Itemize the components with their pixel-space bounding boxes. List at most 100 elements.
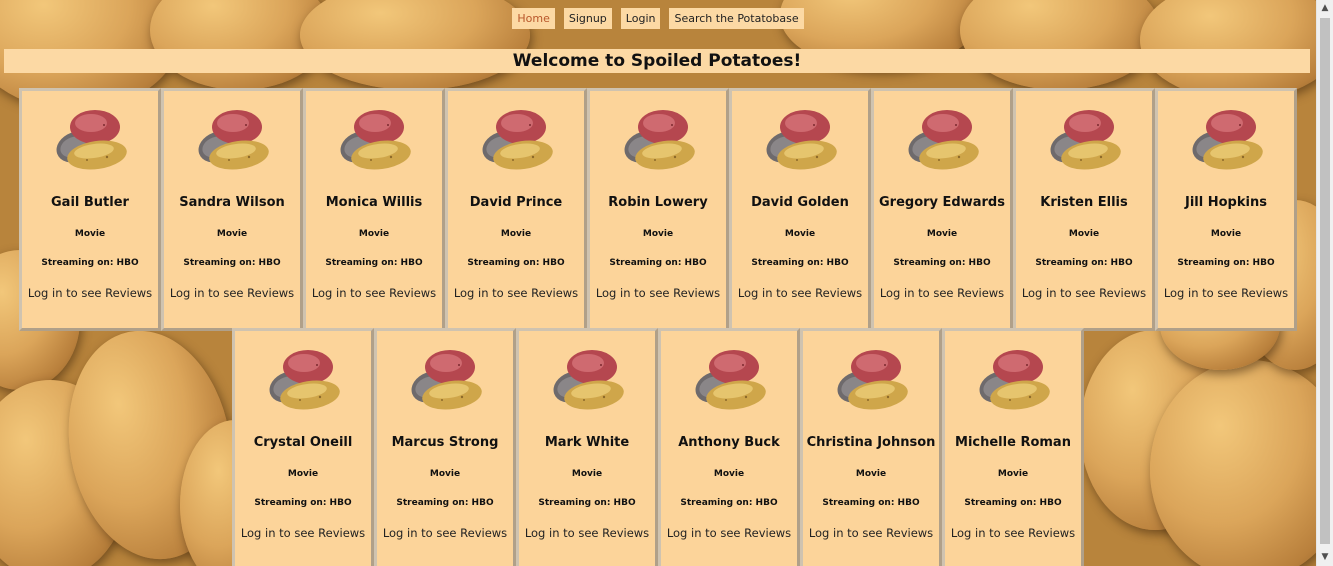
card-reviews-link[interactable]: Log in to see Reviews [448, 286, 584, 300]
card-row-2: Crystal Oneill Movie Streaming on: HBO L… [0, 328, 1316, 566]
card-type: Movie [784, 229, 816, 239]
card-streaming: Streaming on: HBO [822, 498, 920, 508]
potato-icon [624, 110, 695, 170]
card-type: Movie [216, 229, 248, 239]
card-type: Movie [713, 469, 745, 479]
card-type: Movie [500, 229, 532, 239]
card-reviews-link[interactable]: Log in to see Reviews [803, 526, 939, 540]
card-streaming: Streaming on: HBO [751, 258, 849, 268]
card-reviews-link[interactable]: Log in to see Reviews [22, 286, 158, 300]
card-title: Mark White [544, 435, 630, 450]
card-title: Kristen Ellis [1040, 195, 1128, 210]
card-reviews-link[interactable]: Log in to see Reviews [519, 526, 655, 540]
card-streaming: Streaming on: HBO [467, 258, 565, 268]
card-type: Movie [926, 229, 958, 239]
potato-icon [198, 110, 269, 170]
card-type: Movie [1210, 229, 1242, 239]
potato-icon [553, 350, 624, 410]
card-streaming: Streaming on: HBO [254, 498, 352, 508]
title-card[interactable]: Michelle Roman Movie Streaming on: HBO L… [942, 328, 1084, 566]
card-reviews-link[interactable]: Log in to see Reviews [661, 526, 797, 540]
nav-home-link[interactable]: Home [512, 8, 555, 29]
card-title: Monica Willis [325, 195, 423, 210]
potato-icon [1192, 110, 1263, 170]
title-card[interactable]: Crystal Oneill Movie Streaming on: HBO L… [232, 328, 374, 566]
nav-login-link[interactable]: Login [620, 8, 661, 29]
card-title: David Golden [751, 195, 849, 210]
title-card[interactable]: Monica Willis Movie Streaming on: HBO Lo… [303, 88, 445, 331]
potato-icon [269, 350, 340, 410]
card-type: Movie [74, 229, 106, 239]
nav-search-link[interactable]: Search the Potatobase [669, 8, 804, 29]
page-scrollbar[interactable]: ▲ ▼ [1316, 0, 1333, 566]
top-nav: Home Signup Login Search the Potatobase [0, 8, 1316, 29]
card-type: Movie [429, 469, 461, 479]
card-type: Movie [287, 469, 319, 479]
card-type: Movie [997, 469, 1029, 479]
card-title: Michelle Roman [955, 435, 1071, 450]
card-streaming: Streaming on: HBO [325, 258, 423, 268]
potato-icon [766, 110, 837, 170]
potato-icon [695, 350, 766, 410]
card-streaming: Streaming on: HBO [964, 498, 1062, 508]
card-streaming: Streaming on: HBO [609, 258, 707, 268]
card-title: Jill Hopkins [1185, 195, 1267, 210]
card-title: Gail Butler [51, 195, 129, 210]
title-card[interactable]: Robin Lowery Movie Streaming on: HBO Log… [587, 88, 729, 331]
title-card[interactable]: Marcus Strong Movie Streaming on: HBO Lo… [374, 328, 516, 566]
potato-icon [837, 350, 908, 410]
title-card[interactable]: David Golden Movie Streaming on: HBO Log… [729, 88, 871, 331]
card-streaming: Streaming on: HBO [1035, 258, 1133, 268]
scroll-up-arrow-icon[interactable]: ▲ [1317, 0, 1333, 17]
card-title: Anthony Buck [678, 435, 780, 450]
card-reviews-link[interactable]: Log in to see Reviews [164, 286, 300, 300]
title-card[interactable]: Mark White Movie Streaming on: HBO Log i… [516, 328, 658, 566]
card-type: Movie [358, 229, 390, 239]
title-card[interactable]: Christina Johnson Movie Streaming on: HB… [800, 328, 942, 566]
card-type: Movie [855, 469, 887, 479]
card-reviews-link[interactable]: Log in to see Reviews [377, 526, 513, 540]
potato-icon [56, 110, 127, 170]
card-streaming: Streaming on: HBO [41, 258, 139, 268]
card-type: Movie [1068, 229, 1100, 239]
nav-signup-link[interactable]: Signup [563, 8, 612, 29]
card-streaming: Streaming on: HBO [1177, 258, 1275, 268]
card-title: Christina Johnson [806, 435, 936, 450]
title-card[interactable]: Gregory Edwards Movie Streaming on: HBO … [871, 88, 1013, 331]
page-title: Welcome to Spoiled Potatoes! [4, 49, 1310, 73]
card-streaming: Streaming on: HBO [893, 258, 991, 268]
card-title: Sandra Wilson [179, 195, 285, 210]
card-row-1: Gail Butler Movie Streaming on: HBO Log … [0, 88, 1316, 331]
title-card[interactable]: David Prince Movie Streaming on: HBO Log… [445, 88, 587, 331]
potato-icon [979, 350, 1050, 410]
card-title: Gregory Edwards [879, 195, 1005, 210]
card-streaming: Streaming on: HBO [538, 498, 636, 508]
card-title: David Prince [469, 195, 563, 210]
card-reviews-link[interactable]: Log in to see Reviews [874, 286, 1010, 300]
title-card[interactable]: Jill Hopkins Movie Streaming on: HBO Log… [1155, 88, 1297, 331]
potato-icon [482, 110, 553, 170]
card-title: Robin Lowery [608, 195, 708, 210]
card-reviews-link[interactable]: Log in to see Reviews [590, 286, 726, 300]
scrollbar-thumb[interactable] [1320, 18, 1330, 544]
title-card[interactable]: Sandra Wilson Movie Streaming on: HBO Lo… [161, 88, 303, 331]
card-reviews-link[interactable]: Log in to see Reviews [306, 286, 442, 300]
title-card[interactable]: Gail Butler Movie Streaming on: HBO Log … [19, 88, 161, 331]
card-streaming: Streaming on: HBO [396, 498, 494, 508]
potato-icon [1050, 110, 1121, 170]
card-title: Crystal Oneill [253, 435, 353, 450]
scroll-down-arrow-icon[interactable]: ▼ [1317, 549, 1333, 566]
card-reviews-link[interactable]: Log in to see Reviews [235, 526, 371, 540]
card-streaming: Streaming on: HBO [183, 258, 281, 268]
card-reviews-link[interactable]: Log in to see Reviews [732, 286, 868, 300]
card-type: Movie [571, 469, 603, 479]
card-title: Marcus Strong [391, 435, 499, 450]
card-reviews-link[interactable]: Log in to see Reviews [945, 526, 1081, 540]
title-card[interactable]: Kristen Ellis Movie Streaming on: HBO Lo… [1013, 88, 1155, 331]
title-card[interactable]: Anthony Buck Movie Streaming on: HBO Log… [658, 328, 800, 566]
card-reviews-link[interactable]: Log in to see Reviews [1016, 286, 1152, 300]
card-streaming: Streaming on: HBO [680, 498, 778, 508]
card-type: Movie [642, 229, 674, 239]
potato-icon [411, 350, 482, 410]
card-reviews-link[interactable]: Log in to see Reviews [1158, 286, 1294, 300]
